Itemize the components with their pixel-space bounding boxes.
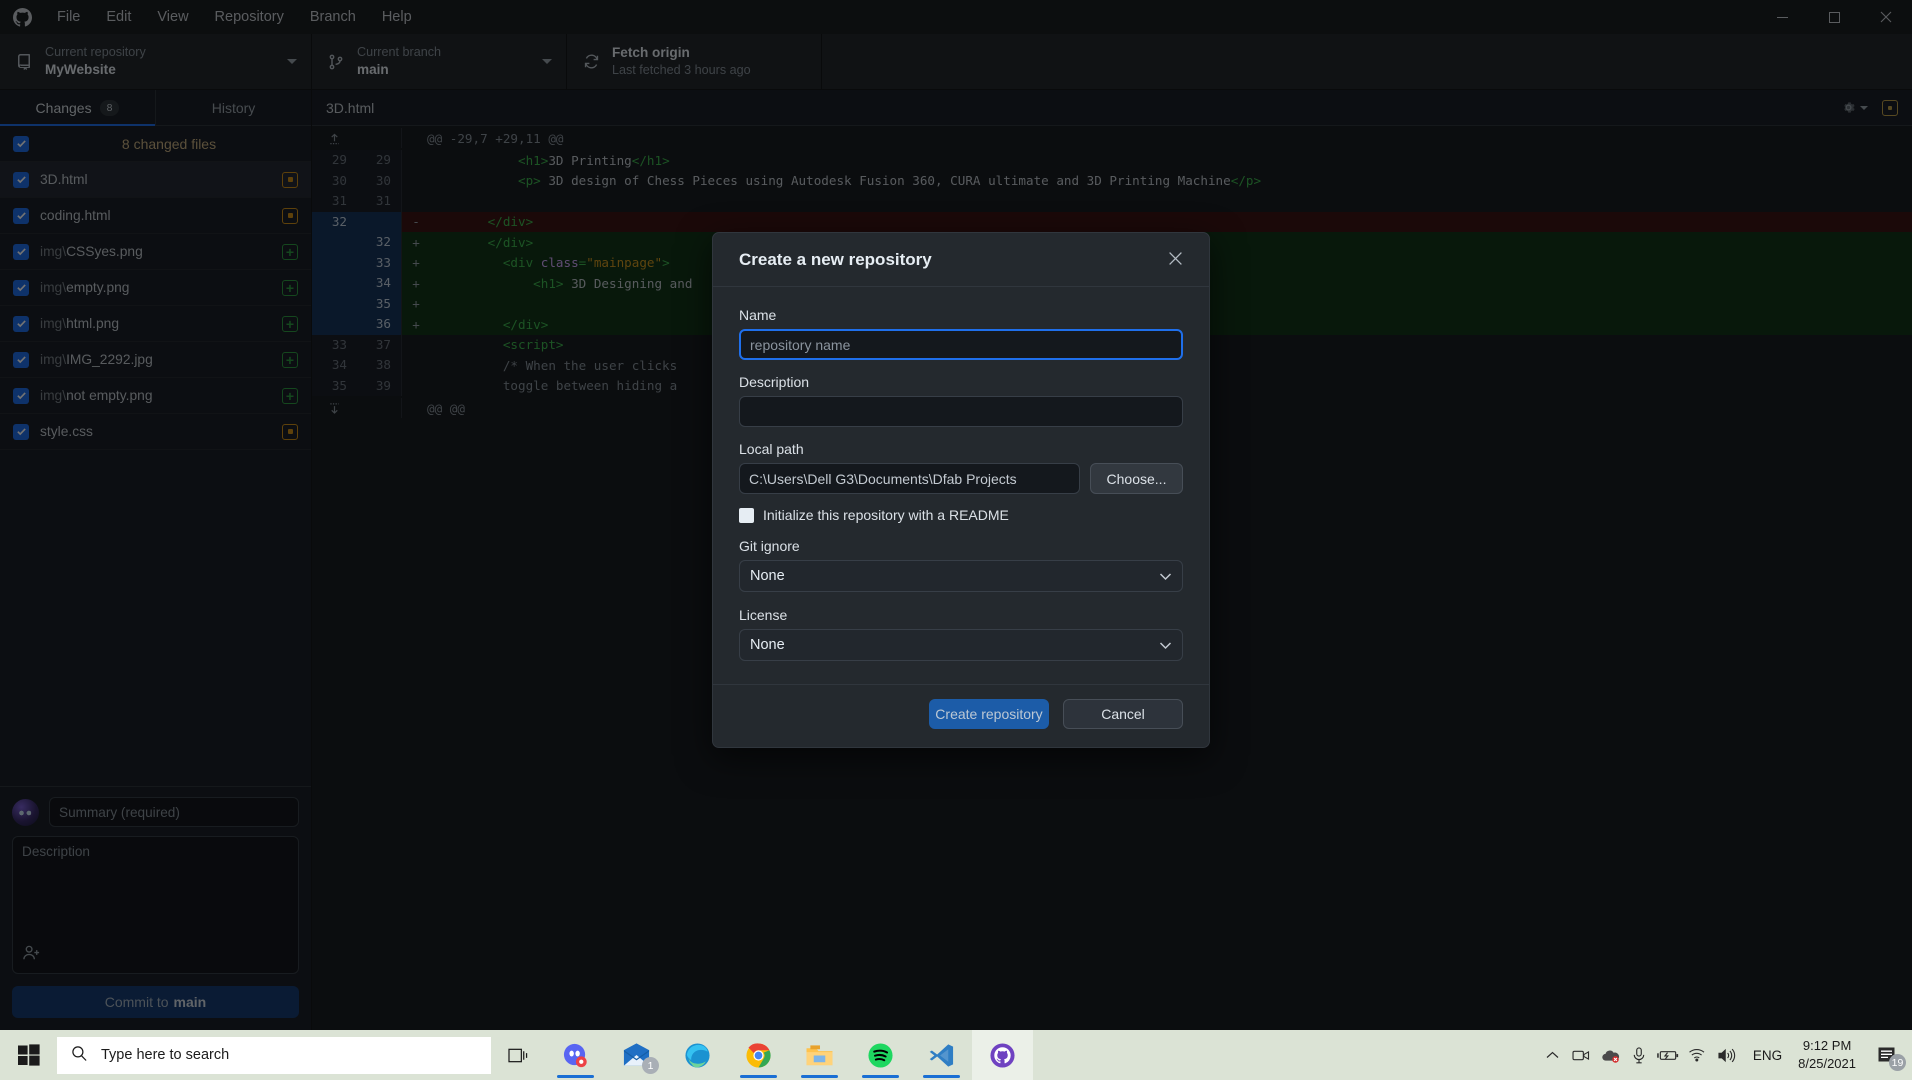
chevron-down-icon	[1159, 569, 1172, 584]
show-hidden-icons-icon[interactable]	[1538, 1030, 1567, 1080]
create-repository-button[interactable]: Create repository	[929, 699, 1049, 729]
dialog-footer: Create repository Cancel	[713, 684, 1209, 747]
local-path-row: C:\Users\Dell G3\Documents\Dfab Projects…	[739, 463, 1183, 494]
cancel-button[interactable]: Cancel	[1063, 699, 1183, 729]
running-indicator	[984, 1075, 1021, 1078]
license-value: None	[750, 637, 785, 653]
notification-badge: 19	[1889, 1054, 1906, 1071]
local-path-input[interactable]: C:\Users\Dell G3\Documents\Dfab Projects	[739, 463, 1080, 494]
license-label: License	[739, 607, 788, 623]
running-indicator	[801, 1075, 838, 1078]
create-repository-dialog: Create a new repository Name repository …	[712, 232, 1210, 748]
spotify-icon[interactable]	[850, 1030, 911, 1080]
action-center-icon[interactable]: 19	[1866, 1030, 1908, 1080]
volume-icon[interactable]	[1712, 1030, 1741, 1080]
edge-icon[interactable]	[667, 1030, 728, 1080]
vscode-icon[interactable]	[911, 1030, 972, 1080]
chevron-down-icon	[1159, 638, 1172, 653]
local-path-label: Local path	[739, 441, 804, 457]
windows-start-icon[interactable]	[0, 1030, 57, 1080]
close-icon[interactable]	[1168, 250, 1183, 270]
repository-description-input[interactable]	[739, 396, 1183, 427]
choose-button[interactable]: Choose...	[1090, 463, 1183, 494]
gitignore-select[interactable]: None	[739, 560, 1183, 592]
wifi-icon[interactable]	[1683, 1030, 1712, 1080]
dialog-body: Name repository name Description Local p…	[713, 287, 1209, 684]
clock[interactable]: 9:12 PM 8/25/2021	[1794, 1037, 1866, 1074]
initialize-readme-label: Initialize this repository with a README	[763, 507, 1009, 523]
chrome-icon[interactable]	[728, 1030, 789, 1080]
running-indicator	[923, 1075, 960, 1078]
language-indicator[interactable]: ENG	[1741, 1048, 1794, 1063]
camera-icon[interactable]	[1567, 1030, 1596, 1080]
initialize-readme-checkbox[interactable]	[739, 507, 754, 523]
name-label: Name	[739, 307, 777, 323]
onedrive-offline-icon[interactable]	[1596, 1030, 1625, 1080]
gitignore-value: None	[750, 568, 785, 584]
taskbar-apps: 1	[545, 1030, 1033, 1080]
repository-name-input[interactable]: repository name	[739, 329, 1183, 360]
battery-charging-icon[interactable]	[1654, 1030, 1683, 1080]
microphone-icon[interactable]	[1625, 1030, 1654, 1080]
clock-date: 8/25/2021	[1798, 1056, 1856, 1071]
running-indicator	[557, 1075, 594, 1078]
discord-icon[interactable]	[545, 1030, 606, 1080]
mail-icon[interactable]: 1	[606, 1030, 667, 1080]
search-placeholder: Type here to search	[101, 1047, 230, 1063]
search-input[interactable]: Type here to search	[57, 1036, 491, 1074]
task-view-icon[interactable]	[491, 1030, 545, 1080]
running-indicator	[862, 1075, 899, 1078]
running-indicator	[740, 1075, 777, 1078]
dialog-title: Create a new repository	[739, 249, 932, 269]
file-explorer-icon[interactable]	[789, 1030, 850, 1080]
description-label: Description	[739, 374, 810, 390]
clock-time: 9:12 PM	[1802, 1037, 1852, 1053]
mail-badge: 1	[642, 1057, 659, 1074]
windows-taskbar: Type here to search 1 ENG 9:12 PM 8/25/2…	[0, 1030, 1912, 1080]
github-desktop-icon[interactable]	[972, 1030, 1033, 1080]
gitignore-label: Git ignore	[739, 538, 800, 554]
search-icon	[71, 1045, 88, 1066]
running-indicator	[679, 1075, 716, 1078]
dialog-header: Create a new repository	[713, 233, 1209, 287]
initialize-readme-row[interactable]: Initialize this repository with a README	[739, 507, 1183, 523]
github-desktop-window: File Edit View Repository Branch Help	[0, 0, 1912, 1030]
license-select[interactable]: None	[739, 629, 1183, 661]
system-tray: ENG 9:12 PM 8/25/2021 19	[1538, 1030, 1912, 1080]
